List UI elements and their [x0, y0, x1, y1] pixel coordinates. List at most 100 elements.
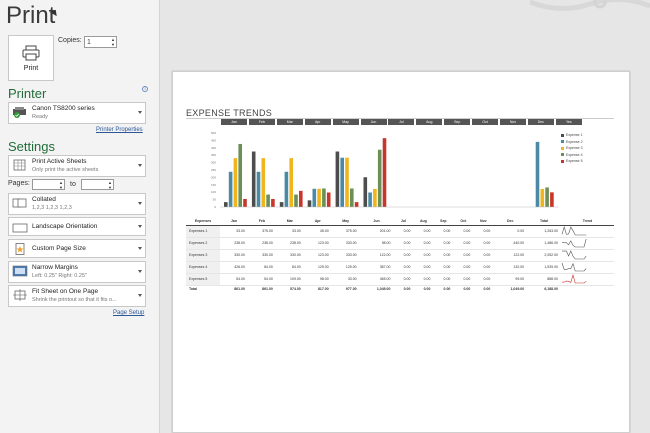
total-cell: 0.00 — [453, 284, 474, 293]
chart-bar — [373, 188, 377, 207]
total-cell: 0.00 — [473, 284, 494, 293]
table-cell: 333.00 — [331, 249, 360, 262]
legend-item: Expense 1 — [561, 133, 583, 137]
chart-bar — [322, 188, 326, 207]
printer-name: Canon TS8200 series — [32, 105, 95, 112]
copies-stepper[interactable]: 1 ▲ ▼ — [84, 36, 117, 48]
printer-select[interactable]: Canon TS8200 series Ready — [8, 102, 146, 124]
chart-bar — [363, 177, 368, 207]
chart-bar — [251, 151, 256, 207]
column-header: Feb — [247, 217, 276, 226]
table-cell: 330.00 — [275, 249, 304, 262]
margins-description: Left: 0.25" Right: 0.25" — [32, 273, 87, 279]
legend-label: Expense 2 — [566, 139, 583, 144]
margins-label: Narrow Margins — [32, 264, 78, 271]
print-button[interactable]: Print — [8, 35, 54, 81]
column-header: Jul — [393, 217, 414, 226]
trend-sparkline — [560, 225, 614, 238]
trend-sparkline — [560, 273, 614, 286]
chart-bar — [307, 200, 312, 207]
total-cell: 1,049.00 — [493, 284, 528, 293]
table-cell: 1,486.00 — [527, 237, 561, 250]
legend-swatch — [561, 140, 564, 144]
sheet-grid-icon — [13, 159, 26, 171]
total-cell: 0.00 — [413, 284, 434, 293]
table-cell: 0.00 — [433, 273, 454, 286]
table-cell: 375.00 — [331, 225, 360, 238]
table-cell: 0.00 — [493, 225, 528, 238]
collate-select[interactable]: Collated 1,2,3 1,2,3 1,2,3 — [8, 193, 146, 215]
y-tick-label: 450 — [211, 138, 216, 142]
chart-bar — [335, 151, 340, 207]
fit-to-page-icon — [13, 289, 27, 301]
pages-from-input[interactable]: ▲ ▼ — [32, 179, 65, 190]
chart-bar — [256, 171, 261, 207]
page-setup-link[interactable]: Page Setup — [113, 310, 144, 316]
settings-heading: Settings — [8, 139, 55, 154]
chart-bar — [382, 138, 387, 207]
table-cell: 0.00 — [433, 225, 454, 238]
paper-size-select[interactable]: Custom Page Size — [8, 239, 146, 258]
orientation-select[interactable]: Landscape Orientation — [8, 217, 146, 236]
column-header: Mar — [275, 217, 304, 226]
printer-properties-link[interactable]: Printer Properties — [96, 127, 143, 133]
table-cell: 123.00 — [303, 237, 332, 250]
table-row: Expenses 3 330.00 330.00 330.00 123.00 333.00… — [186, 249, 614, 262]
legend-item: Expense 3 — [561, 146, 583, 150]
legend-item: Expense 4 — [561, 153, 583, 157]
chevron-down-icon — [138, 202, 142, 205]
spin-arrows-icon[interactable]: ▲ ▼ — [111, 37, 115, 47]
margins-select[interactable]: Narrow Margins Left: 0.25" Right: 0.25" — [8, 261, 146, 283]
preview-title: EXPENSE TRENDS — [186, 108, 273, 118]
chevron-down-icon — [138, 294, 142, 297]
table-cell: 125.00 — [331, 261, 360, 274]
table-row: Expenses 5 54.00 54.00 109.00 98.00 33.00 465.… — [186, 273, 614, 286]
table-cell: 0.00 — [453, 237, 474, 250]
chart-bar — [284, 171, 289, 207]
table-cell: Expenses 3 — [186, 249, 220, 262]
column-header: Aug — [413, 217, 434, 226]
table-cell: 0.00 — [453, 249, 474, 262]
scaling-label: Fit Sheet on One Page — [32, 288, 99, 295]
table-cell: 0.00 — [393, 225, 414, 238]
table-cell: 0.00 — [433, 249, 454, 262]
table-cell: Expenses 2 — [186, 237, 220, 250]
table-cell: 465.00 — [359, 273, 394, 286]
printer-status: Ready — [32, 114, 48, 120]
chart-legend: Expense 1 Expense 2 Expense 3 Expense 4 Expe… — [561, 133, 583, 166]
month-header: Jun — [360, 119, 387, 125]
spin-arrows-icon[interactable]: ▲ ▼ — [59, 180, 63, 190]
legend-item: Expense 5 — [561, 159, 583, 163]
chart-bar — [261, 158, 266, 207]
table-cell: Expenses 5 — [186, 273, 220, 286]
column-header: Sep — [433, 217, 454, 226]
column-header: Apr — [303, 217, 332, 226]
pages-to-input[interactable]: ▲ ▼ — [81, 179, 114, 190]
y-tick-label: 100 — [211, 190, 216, 194]
chart-bar — [279, 202, 284, 207]
chart-bar — [224, 202, 228, 207]
table-cell: 0.00 — [393, 273, 414, 286]
month-header: Aug — [416, 119, 443, 125]
info-icon[interactable]: i — [142, 86, 148, 92]
table-cell: 98.00 — [303, 273, 332, 286]
table-cell: 201.00 — [359, 225, 394, 238]
month-header: Dec — [527, 119, 554, 125]
chart-bar — [289, 158, 293, 207]
legend-swatch — [561, 153, 564, 157]
table-cell: 333.00 — [331, 237, 360, 250]
page-title: Print — [6, 2, 56, 29]
chart-bar — [312, 188, 317, 207]
print-what-description: Only print the active sheets — [32, 167, 99, 173]
y-tick-label: 150 — [211, 183, 216, 187]
chevron-down-icon — [138, 224, 142, 228]
y-tick-label: 400 — [211, 146, 216, 150]
month-header: Jul — [388, 119, 415, 125]
month-header: May — [332, 119, 359, 125]
table-cell: 33.00 — [220, 225, 248, 238]
total-cell: 574.00 — [275, 284, 304, 293]
spin-arrows-icon[interactable]: ▲ ▼ — [108, 180, 112, 190]
print-what-select[interactable]: Print Active Sheets Only print the activ… — [8, 155, 146, 177]
table-cell: 99.00 — [493, 273, 528, 286]
scaling-select[interactable]: Fit Sheet on One Page Shrink the printou… — [8, 285, 146, 307]
